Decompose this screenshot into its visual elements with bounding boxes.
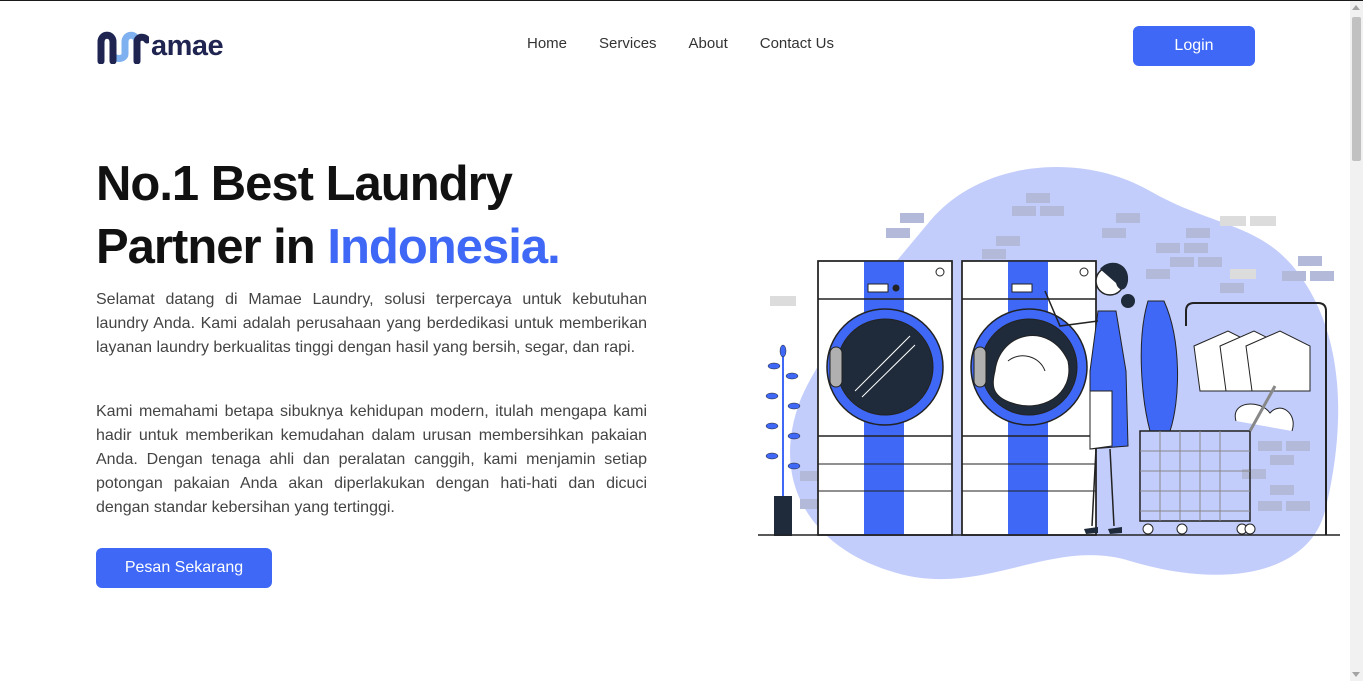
scroll-up-arrow-icon[interactable] — [1352, 5, 1360, 10]
nav-link-contact[interactable]: Contact Us — [760, 35, 834, 52]
hero-title-accent: Indonesia. — [327, 220, 560, 274]
nav-link-home[interactable]: Home — [527, 35, 567, 52]
mamae-logo-icon — [97, 31, 149, 64]
hero-paragraph-2: Kami memahami betapa sibuknya kehidupan … — [96, 403, 647, 516]
navbar: amae Home Services About Contact Us Logi… — [0, 1, 1350, 91]
hero-paragraph-1: Selamat datang di Mamae Laundry, solusi … — [96, 291, 647, 356]
nav-link-services[interactable]: Services — [599, 35, 657, 52]
login-button[interactable]: Login — [1133, 26, 1255, 66]
laundry-illustration — [750, 151, 1350, 601]
main-menu: Home Services About Contact Us — [527, 35, 866, 52]
brand-logo[interactable]: amae — [97, 28, 224, 64]
order-now-button[interactable]: Pesan Sekarang — [96, 548, 272, 588]
laundry-illustration-icon — [758, 167, 1340, 580]
hero-title-prefix: Partner in — [96, 220, 328, 274]
page-scrollbar[interactable] — [1350, 1, 1363, 681]
brand-name: amae — [151, 29, 224, 62]
nav-link-about[interactable]: About — [689, 35, 728, 52]
hero-title-line1: No.1 Best Laundry — [96, 157, 513, 211]
hero-title: No.1 Best Laundry Partner in Indonesia. — [96, 153, 561, 279]
scrollbar-thumb[interactable] — [1352, 17, 1361, 161]
scroll-down-arrow-icon[interactable] — [1352, 672, 1360, 677]
